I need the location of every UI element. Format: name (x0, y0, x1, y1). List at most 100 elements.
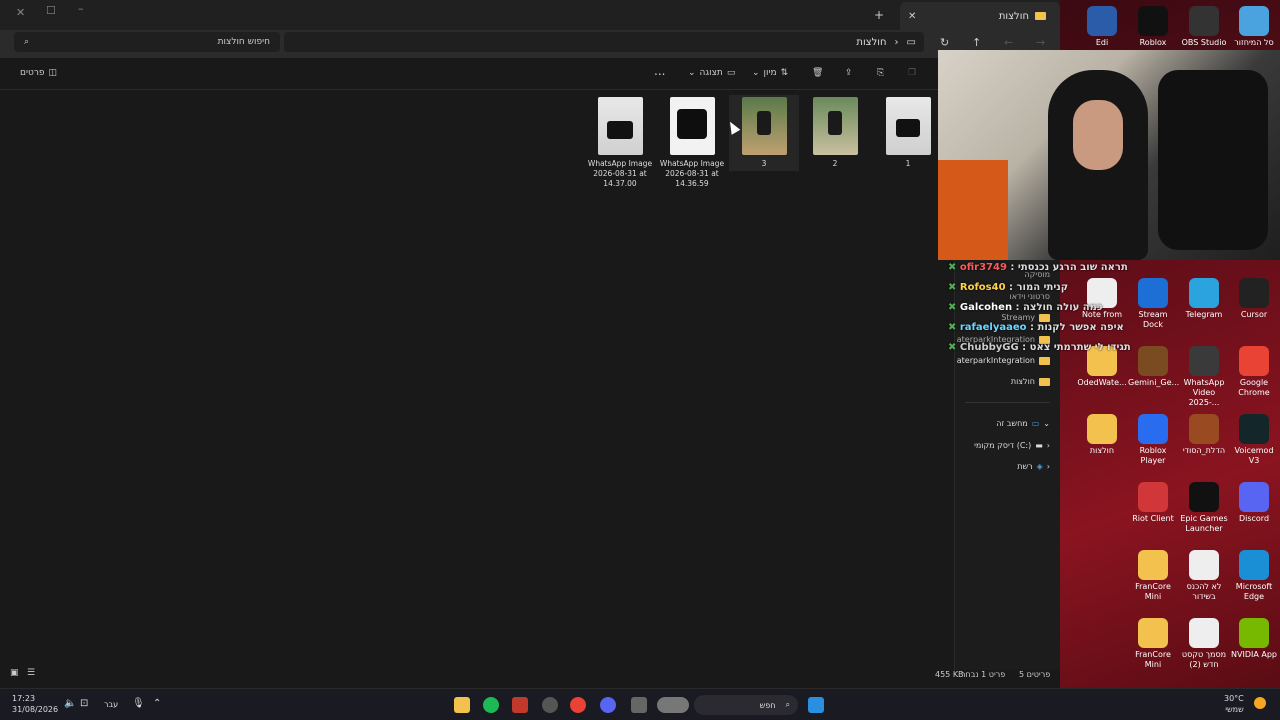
check-icon: ✖ (948, 322, 957, 333)
spotify-icon[interactable] (483, 697, 499, 713)
desktop-icon[interactable]: FranCore Mini (1128, 550, 1178, 602)
breadcrumb-folder[interactable]: חולצות (856, 37, 886, 48)
widget-icon[interactable] (657, 697, 689, 713)
more-button[interactable]: ... (654, 64, 665, 78)
desktop-icon[interactable]: סל המיחזור (1229, 6, 1279, 48)
desktop-icon[interactable]: Voicemod V3 (1229, 414, 1279, 466)
desktop-icon-label: FranCore Mini (1135, 650, 1171, 669)
breadcrumb[interactable]: חולצות › ▭ (284, 32, 924, 52)
desktop-icon[interactable]: Cursor (1229, 278, 1279, 320)
new-tab-button[interactable]: + (874, 8, 884, 22)
desktop-icon[interactable]: Roblox Player (1128, 414, 1178, 466)
desktop-icon[interactable]: NVIDIA App (1229, 618, 1279, 660)
desktop-icon[interactable]: Google Chrome (1229, 346, 1279, 398)
close-tab-icon[interactable]: ✕ (908, 11, 916, 22)
microphone-icon[interactable]: 🎙 (132, 698, 145, 709)
discord-icon[interactable] (600, 697, 616, 713)
desktop-icon-label: סל המיחזור (1234, 38, 1274, 47)
desktop-icon-label: מסמך טקסט חדש (2) (1181, 650, 1227, 669)
desktop-icon[interactable]: Riot Client (1128, 482, 1178, 524)
task-view-icon[interactable] (631, 697, 647, 713)
chat-message: ✖ Galcohen : כמה עולה חולצה (948, 302, 1103, 313)
view-grid-icon[interactable]: ▣ (10, 668, 19, 678)
desktop-icon[interactable]: לא להכנס בשידור (1179, 550, 1229, 602)
chat-user: ofir3749 (959, 262, 1007, 273)
desktop-icon[interactable]: FranCore Mini (1128, 618, 1178, 670)
chat-message: ✖ ofir3749 : תראה שוב הרגע נכנסתי (948, 262, 1128, 273)
file-item-selected[interactable]: 3 (729, 95, 799, 171)
monitor-icon: ▭ (906, 36, 916, 48)
chair (1158, 70, 1268, 250)
screen: { "explorer": { "tab_title": "חולצות", "… (0, 0, 1280, 720)
details-label: פרטים (20, 68, 45, 78)
minimize-icon[interactable]: – (78, 2, 84, 15)
start-icon[interactable] (808, 697, 824, 713)
desktop-icon-label: OdedWate... (1077, 378, 1127, 387)
forward-icon[interactable]: → (1036, 36, 1045, 49)
file-name: WhatsApp Image (659, 159, 725, 168)
webcam-overlay (938, 50, 1280, 260)
desktop-icon[interactable]: Edi (1077, 6, 1127, 48)
taskbar-search[interactable]: חפש ⌕ (694, 695, 798, 715)
language-indicator[interactable]: עבר (104, 700, 118, 709)
nav-item-network[interactable]: רשת ◈ › (1017, 462, 1050, 471)
chrome-icon[interactable] (570, 697, 586, 713)
clock[interactable]: 17:23 31/08/2026 (12, 693, 58, 715)
rename-icon[interactable]: ⎘ (877, 68, 884, 78)
nav-item-shirts[interactable]: חולצות (1011, 377, 1050, 386)
maximize-icon[interactable]: ☐ (46, 4, 56, 17)
details-pane-button[interactable]: פרטים ◫ (20, 68, 57, 78)
refresh-icon[interactable]: ↻ (940, 36, 949, 49)
chat-message: ✖ Rofos40 : קניתי המור (948, 282, 1069, 293)
status-bar: ▣ ☰ 455 KB פריט 1 נבחר 5 פריטים (0, 668, 1060, 682)
share-icon[interactable]: ⇪ (845, 68, 853, 78)
file-explorer-icon[interactable] (454, 697, 470, 713)
desktop-icon[interactable]: OBS Studio (1179, 6, 1229, 48)
desktop-icon[interactable]: Epic Games Launcher (1179, 482, 1229, 534)
desktop-icon[interactable]: WhatsApp Video 2025-... (1179, 346, 1229, 408)
desktop-icon-label: Discord (1238, 514, 1270, 523)
chat-message: ✖ rafaelyaaeo : איפה אפשר לקנות (948, 322, 1124, 333)
back-icon[interactable]: ← (1004, 36, 1013, 49)
close-window-icon[interactable]: ✕ (16, 6, 25, 19)
desktop-icon[interactable]: Roblox (1128, 6, 1178, 48)
file-subline: 2026-08-31 at (593, 169, 647, 178)
app-icon (1189, 482, 1219, 512)
file-item[interactable]: 1 (873, 95, 943, 169)
copy-icon[interactable]: ❐ (908, 68, 916, 78)
network-status-icon[interactable]: ⊡ (80, 698, 88, 709)
file-name: 1 (905, 159, 911, 168)
app-icon[interactable] (512, 697, 528, 713)
file-item[interactable]: 2 (800, 95, 870, 169)
desktop-icon[interactable]: הדלת_הסודי (1179, 414, 1229, 456)
desktop-icon[interactable]: Discord (1229, 482, 1279, 524)
tab-folder[interactable]: ✕ חולצות (900, 2, 1060, 30)
up-icon[interactable]: ↑ (972, 36, 981, 49)
search-input[interactable]: ⌕ חיפוש חולצות (14, 32, 280, 52)
file-item[interactable]: WhatsApp Image 2026-08-31 at 14.37.00 (585, 95, 655, 189)
nav-item-this-pc[interactable]: מחשב זה ▭ ⌄ (996, 419, 1050, 428)
file-subline: 14.36.59 (675, 179, 709, 188)
chat-user: Rofos40 (959, 282, 1006, 293)
app-icon (1087, 414, 1117, 444)
weather-widget[interactable]: 30°C שמשי (1224, 693, 1244, 715)
desktop-icon[interactable]: Telegram (1179, 278, 1229, 320)
app-icon (1239, 278, 1269, 308)
view-button[interactable]: ⌄ תצוגה ▭ (688, 68, 735, 78)
volume-icon[interactable]: 🔈 (64, 698, 76, 709)
desktop-icon-label: Microsoft Edge (1235, 582, 1273, 601)
nav-item-local-disk[interactable]: דיסק מקומי (C:) ▬ › (974, 441, 1050, 450)
folder-icon (1039, 377, 1050, 386)
desktop-icon[interactable]: חולצות (1077, 414, 1127, 456)
sort-button[interactable]: ⌄ מיון ⇅ (752, 68, 788, 78)
view-list-icon[interactable]: ☰ (27, 668, 35, 678)
file-item[interactable]: WhatsApp Image 2026-08-31 at 14.36.59 (657, 95, 727, 189)
view-icon: ▭ (726, 68, 736, 78)
chevron-up-icon[interactable]: ⌃ (153, 698, 161, 709)
delete-icon[interactable]: 🗑 (812, 68, 823, 78)
nav-label: רשת (1017, 462, 1033, 471)
desktop-icon[interactable]: Microsoft Edge (1229, 550, 1279, 602)
chatgpt-icon[interactable] (542, 697, 558, 713)
chat-user: rafaelyaaeo (959, 322, 1027, 333)
desktop-icon[interactable]: מסמך טקסט חדש (2) (1179, 618, 1229, 670)
